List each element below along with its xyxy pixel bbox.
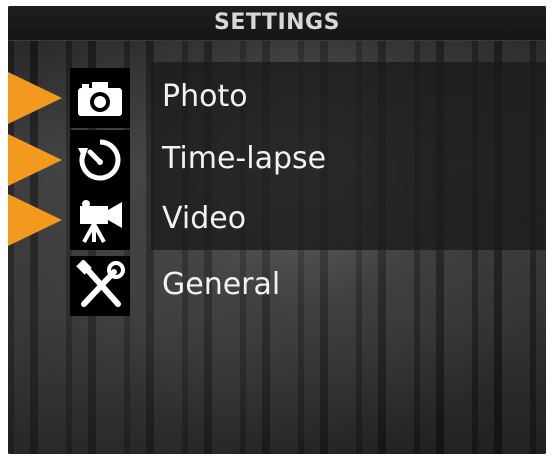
- selection-arrow-icon: [8, 194, 62, 246]
- settings-screen: SETTINGS Photo Time-lapse Video General: [8, 6, 546, 454]
- camera-icon: [70, 68, 130, 128]
- menu-item-video[interactable]: Video: [8, 190, 546, 250]
- menu-item-label: Video: [162, 201, 247, 236]
- video-camera-icon: [70, 190, 130, 250]
- menu-item-label: Time-lapse: [162, 141, 327, 176]
- tools-icon: [70, 256, 130, 316]
- page-title: SETTINGS: [214, 10, 340, 35]
- selection-arrow-icon: [8, 134, 62, 186]
- menu-item-general[interactable]: General: [8, 256, 546, 316]
- timelapse-icon: [70, 130, 130, 190]
- menu-item-time-lapse[interactable]: Time-lapse: [8, 130, 546, 190]
- title-bar: SETTINGS: [8, 6, 546, 41]
- menu-item-photo[interactable]: Photo: [8, 68, 546, 128]
- menu-item-label: Photo: [162, 79, 248, 114]
- menu-item-label: General: [162, 267, 281, 302]
- selection-arrow-icon: [8, 72, 62, 124]
